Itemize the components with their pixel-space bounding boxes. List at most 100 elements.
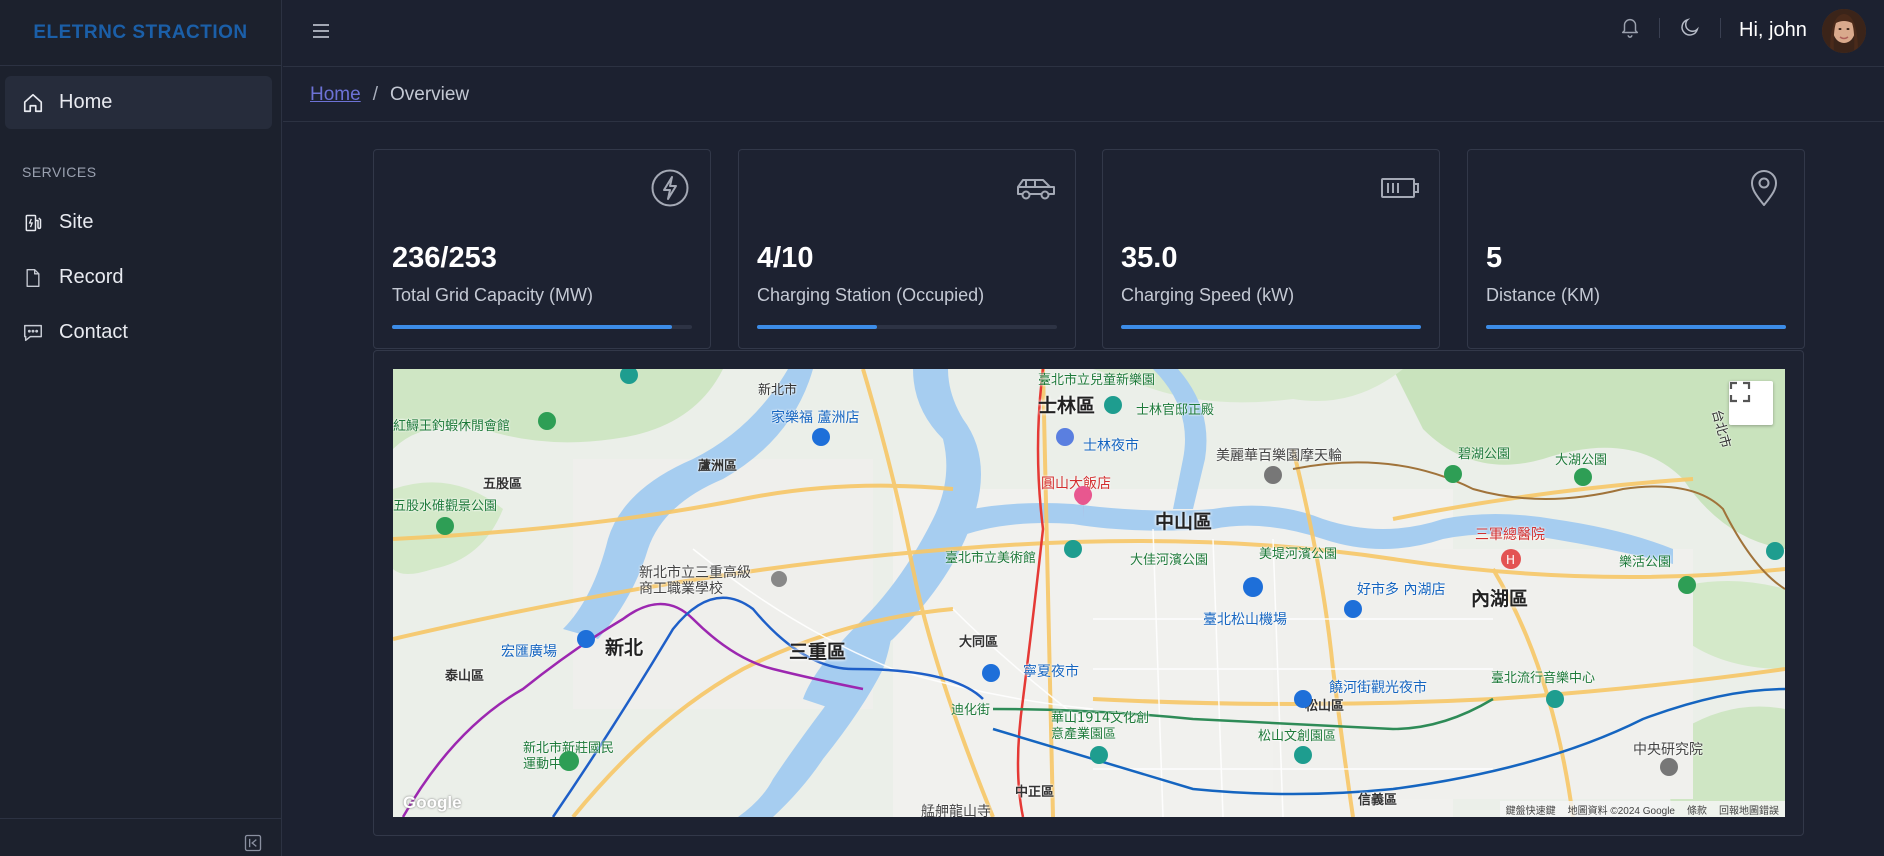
map-poi-label[interactable]: 大佳河濱公園 (1130, 549, 1208, 568)
sidebar-item-label: Contact (59, 321, 128, 343)
brand-logo[interactable]: ELETRNC STRACTION (0, 0, 281, 66)
keyboard-shortcuts-link[interactable]: 鍵盤快速鍵 (1506, 802, 1556, 817)
map-label-district: 士林區 (1038, 395, 1096, 417)
map-label-district: 大同區 (959, 635, 999, 650)
map-poi-label[interactable]: 樂活公園 (1619, 551, 1671, 570)
map-poi-label[interactable]: 華山1914文化創意產業園區 (1051, 711, 1161, 743)
map-poi-label[interactable]: 士林官邸正殿 (1136, 399, 1214, 418)
sidebar-item-label: Home (59, 91, 113, 113)
map-poi-label[interactable]: 碧湖公園 (1458, 443, 1510, 462)
brand-name: ELETRNC STRACTION (33, 21, 248, 43)
map-label-district: 三重區 (789, 641, 847, 663)
stat-card-grid-capacity: 236/253 Total Grid Capacity (MW) (373, 149, 711, 349)
stat-value: 4/10 (757, 242, 814, 274)
ev-station-icon (22, 212, 44, 234)
sidebar-section-title: SERVICES (22, 164, 97, 180)
sidebar-item-label: Site (59, 211, 94, 233)
map-poi-label[interactable]: 臺北松山機場 (1203, 609, 1287, 629)
stat-label: Total Grid Capacity (MW) (392, 285, 594, 305)
sidebar-item-record[interactable]: Record (5, 251, 272, 304)
breadcrumb-separator: / (372, 83, 378, 105)
map-label-district: 泰山區 (445, 669, 485, 684)
map-poi-label[interactable]: 新北市新莊國民運動中心 (523, 741, 618, 773)
sidebar-item-home[interactable]: Home (5, 76, 272, 129)
progress-bar (757, 325, 1057, 329)
map-panel: 士林區 中山區 內湖區 三重區 新北 蘆洲區 五股區 泰山區 大同區 松山區 中… (373, 350, 1804, 836)
map-poi-label[interactable]: 美麗華百樂園摩天輪 (1216, 445, 1342, 465)
map-poi-label[interactable]: 新北市立三重高級商工職業學校 (639, 565, 759, 597)
map-poi-label[interactable]: 大湖公園 (1555, 449, 1607, 468)
progress-fill (1486, 325, 1786, 329)
map-label-district: 信義區 (1358, 793, 1398, 808)
report-error-link[interactable]: 回報地圖錯誤 (1719, 802, 1779, 817)
map-data-credit: 地圖資料 ©2024 Google (1567, 805, 1675, 817)
location-pin-icon (1744, 168, 1784, 208)
map-poi-label[interactable]: 紅鱘王釣蝦休閒會館 (393, 415, 510, 434)
menu-toggle-icon[interactable] (309, 19, 333, 43)
map-poi-label[interactable]: 五股水碓觀景公園 (393, 495, 497, 514)
map-poi-label[interactable]: 好市多 內湖店 (1357, 579, 1445, 599)
map-label-district: 五股區 (483, 477, 523, 492)
progress-bar (1486, 325, 1786, 329)
map-poi-label[interactable]: 臺北市立兒童新樂園 (1038, 369, 1155, 388)
breadcrumb-current: Overview (389, 83, 470, 105)
map-poi-label[interactable]: 家樂福 蘆洲店 (771, 407, 859, 427)
map-poi-label[interactable]: 中央研究院 (1633, 739, 1703, 759)
breadcrumb-home-link[interactable]: Home (310, 84, 361, 106)
map-label-city: 新北市 (758, 383, 798, 398)
terms-link[interactable]: 條款 (1687, 802, 1707, 817)
user-avatar[interactable] (1822, 9, 1866, 53)
user-greeting: Hi, john (1739, 19, 1807, 41)
bell-icon[interactable] (1619, 16, 1643, 40)
stat-value: 236/253 (392, 242, 497, 274)
map-poi-label[interactable]: 寧夏夜市 (1023, 661, 1079, 681)
stat-card-charging-speed: 35.0 Charging Speed (kW) (1102, 149, 1440, 349)
progress-fill (392, 325, 672, 329)
sidebar-item-label: Record (59, 266, 124, 288)
progress-bar (392, 325, 692, 329)
map-poi-label[interactable]: 士林夜市 (1083, 435, 1139, 455)
stat-card-charging-station: 4/10 Charging Station (Occupied) (738, 149, 1076, 349)
progress-fill (757, 325, 877, 329)
lightning-icon (650, 168, 690, 208)
stat-value: 35.0 (1121, 242, 1178, 274)
stat-value: 5 (1486, 242, 1503, 274)
sidebar-item-site[interactable]: Site (5, 196, 272, 249)
map-poi-label[interactable]: 艋舺龍山寺 (921, 801, 991, 817)
map-poi-label[interactable]: 圓山大飯店 (1041, 473, 1111, 493)
google-logo: Google (403, 793, 462, 812)
dark-mode-moon-icon[interactable] (1679, 16, 1703, 40)
google-map[interactable]: 士林區 中山區 內湖區 三重區 新北 蘆洲區 五股區 泰山區 大同區 松山區 中… (393, 369, 1785, 817)
map-label-district: 內湖區 (1471, 588, 1529, 610)
header-divider (1659, 18, 1660, 38)
sidebar: ELETRNC STRACTION Home SERVICES Site Rec… (0, 0, 282, 856)
map-poi-label[interactable]: 宏匯廣場 (501, 641, 557, 661)
map-poi-label[interactable]: 臺北流行音樂中心 (1491, 667, 1595, 686)
top-header: Hi, john (283, 0, 1884, 67)
stat-label: Distance (KM) (1486, 285, 1601, 305)
stat-card-distance: 5 Distance (KM) (1467, 149, 1805, 349)
map-poi-label[interactable]: 迪化街 (951, 699, 990, 718)
map-poi-label[interactable]: 松山文創園區 (1258, 725, 1336, 744)
battery-icon (1379, 168, 1419, 208)
map-label-district: 松山區 (1305, 699, 1345, 714)
collapse-sidebar-icon[interactable] (242, 832, 264, 854)
progress-fill (1121, 325, 1421, 329)
car-icon (1015, 168, 1055, 208)
stat-label: Charging Station (Occupied) (757, 285, 985, 305)
sidebar-footer (0, 818, 282, 856)
map-poi-label[interactable]: 饒河街觀光夜市 (1329, 677, 1427, 697)
sidebar-item-contact[interactable]: Contact (5, 306, 272, 359)
map-poi-label[interactable]: 美堤河濱公園 (1259, 543, 1337, 562)
fullscreen-icon[interactable] (1729, 381, 1773, 425)
map-label-district: 蘆洲區 (698, 459, 738, 474)
map-attribution: 鍵盤快速鍵 地圖資料 ©2024 Google 條款 回報地圖錯誤 (1499, 801, 1785, 817)
breadcrumb: Home / Overview (283, 68, 1884, 122)
chat-icon (22, 322, 44, 344)
map-label-district: 新北 (605, 637, 644, 659)
map-poi-label[interactable]: 三軍總醫院 (1475, 524, 1545, 544)
map-poi-label[interactable]: 臺北市立美術館 (945, 547, 1036, 566)
document-icon (22, 267, 44, 289)
map-label-district: 中正區 (1015, 785, 1055, 800)
stat-label: Charging Speed (kW) (1121, 285, 1295, 305)
